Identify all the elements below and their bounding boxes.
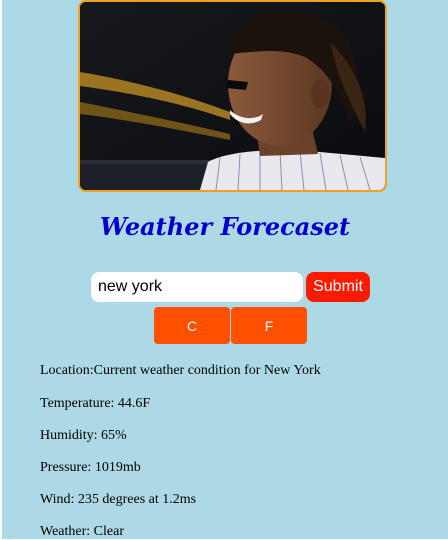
wind-text: Wind: 235 degrees at 1.2ms — [40, 492, 197, 507]
location-text: Location:Current weather condition for N… — [40, 363, 321, 378]
baseball-player-photo — [80, 2, 385, 190]
weather-page: Weather Forecaset Submit C F Location:Cu… — [2, 0, 448, 539]
humidity-text: Humidity: 65% — [40, 428, 127, 443]
pressure-text: Pressure: 1019mb — [40, 460, 141, 475]
page-title: Weather Forecaset — [99, 212, 351, 241]
header-photo — [78, 0, 387, 192]
celsius-button[interactable]: C — [154, 307, 230, 344]
weather-condition-text: Weather: Clear — [40, 524, 124, 539]
fahrenheit-button[interactable]: F — [231, 307, 307, 344]
city-search-input[interactable] — [91, 272, 303, 302]
temperature-text: Temperature: 44.6F — [40, 396, 151, 411]
submit-button[interactable]: Submit — [306, 272, 370, 302]
